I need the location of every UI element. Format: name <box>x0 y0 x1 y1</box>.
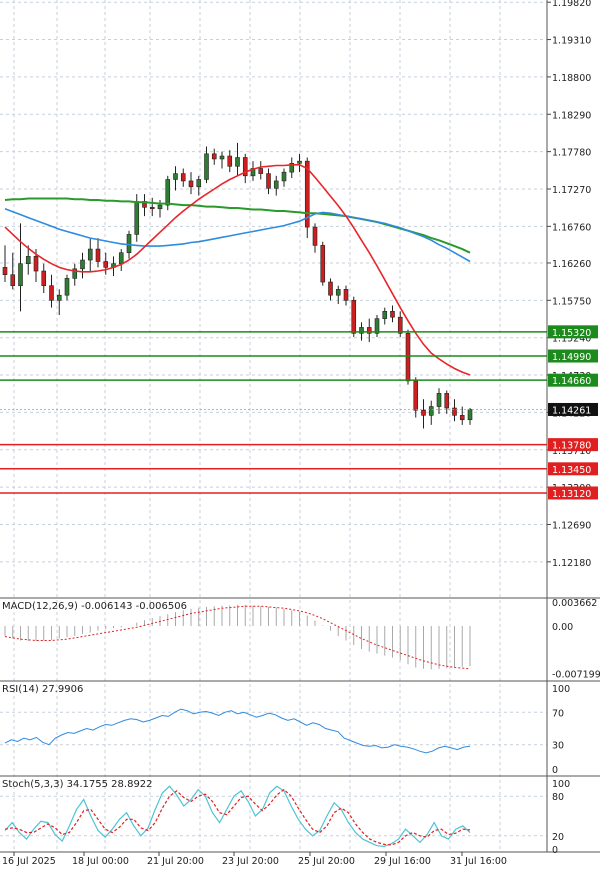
time-label: 25 Jul 20:00 <box>298 856 355 867</box>
rsi-label: RSI(14) 27.9906 <box>2 684 83 695</box>
candle-body <box>126 234 132 254</box>
macd-label: MACD(12,26,9) -0.006143 -0.006506 <box>2 601 187 612</box>
candle-body <box>397 316 403 334</box>
stoch-tick-label: 0 <box>552 845 558 856</box>
candle-body <box>459 415 465 421</box>
candle-body <box>320 245 326 283</box>
candle-body <box>467 409 473 421</box>
price-tick-label: 1.18800 <box>552 73 591 84</box>
candle-body <box>266 173 271 189</box>
candle-body <box>235 157 240 167</box>
candle-body <box>173 173 178 180</box>
candle-body <box>165 179 171 206</box>
candle-body <box>281 171 287 182</box>
candle-body <box>273 180 279 189</box>
candle-body <box>382 311 388 319</box>
resistance-tag-label: 1.15320 <box>552 328 591 339</box>
candle-body <box>10 274 16 286</box>
candle-body <box>95 248 101 262</box>
candle-body <box>56 294 62 301</box>
candle-body <box>103 261 109 268</box>
price-tick-label: 1.17270 <box>552 185 591 196</box>
candle-body <box>87 248 93 261</box>
candle-body <box>33 256 39 272</box>
candle-body <box>157 204 163 210</box>
candle-body <box>64 278 70 296</box>
candle-body <box>351 300 357 334</box>
candle-body <box>49 285 54 301</box>
macd-tick-label: -0.007199 <box>552 669 600 680</box>
price-tick-label: 1.17780 <box>552 148 591 159</box>
current-price-label: 1.14261 <box>552 405 591 416</box>
candle-body <box>421 409 426 416</box>
rsi-tick-label: 30 <box>552 741 564 752</box>
candle-body <box>297 160 302 164</box>
candle-body <box>312 226 318 246</box>
price-tick-label: 1.15750 <box>552 296 591 307</box>
candle-body <box>204 153 209 180</box>
candle-body <box>413 380 419 411</box>
candle-body <box>335 289 341 296</box>
candle-body <box>134 201 140 235</box>
candle-body <box>343 289 349 301</box>
candle-body <box>41 270 47 286</box>
candle-body <box>390 311 395 318</box>
candle-body <box>328 281 333 296</box>
candle-body <box>196 179 202 188</box>
resistance-tag-label: 1.14660 <box>552 376 591 387</box>
candle-body <box>25 256 31 265</box>
price-tick-label: 1.16760 <box>552 222 591 233</box>
candle-body <box>18 263 23 286</box>
stoch-label: Stoch(5,3,3) 34.1755 28.8922 <box>2 779 153 790</box>
price-tick-label: 1.12180 <box>552 558 591 569</box>
candle-body <box>188 180 194 188</box>
time-label: 21 Jul 20:00 <box>147 856 204 867</box>
price-tick-label: 1.12690 <box>552 520 591 531</box>
candle-body <box>211 153 217 160</box>
price-tick-label: 1.19820 <box>552 0 591 9</box>
candle-body <box>405 332 411 382</box>
candle-body <box>118 252 124 265</box>
support-tag-label: 1.13120 <box>552 489 591 500</box>
support-tag-label: 1.13450 <box>552 465 591 476</box>
resistance-tag-label: 1.14990 <box>552 352 591 363</box>
candle-body <box>436 393 442 407</box>
price-tick-label: 1.19310 <box>552 36 591 47</box>
time-label: 16 Jul 2025 <box>2 856 56 867</box>
candle-body <box>428 406 434 416</box>
rsi-tick-label: 70 <box>552 708 564 719</box>
stoch-tick-label: 20 <box>552 832 564 843</box>
support-tag-label: 1.13780 <box>552 441 591 452</box>
candle-body <box>180 173 186 182</box>
stoch-tick-label: 100 <box>552 779 570 790</box>
rsi-tick-label: 0 <box>552 765 558 776</box>
candle-body <box>149 207 155 210</box>
candle-body <box>219 155 225 160</box>
price-tick-label: 1.16260 <box>552 259 591 270</box>
macd-tick-label: 0.00 <box>552 622 573 633</box>
candle-body <box>258 168 264 174</box>
rsi-tick-label: 100 <box>552 684 570 695</box>
time-label: 29 Jul 16:00 <box>374 856 431 867</box>
stoch-tick-label: 80 <box>552 792 564 803</box>
candle-body <box>80 259 85 270</box>
time-label: 23 Jul 20:00 <box>222 856 279 867</box>
candle-body <box>2 267 8 275</box>
time-label: 31 Jul 16:00 <box>450 856 507 867</box>
candle-body <box>227 155 233 167</box>
macd-tick-label: 0.003662 <box>552 598 597 609</box>
forex-chart[interactable]: MACD(12,26,9) -0.006143 -0.006506 RSI(14… <box>0 0 600 869</box>
price-tick-label: 1.18290 <box>552 110 591 121</box>
time-label: 18 Jul 00:00 <box>72 856 129 867</box>
candle-body <box>444 393 450 409</box>
